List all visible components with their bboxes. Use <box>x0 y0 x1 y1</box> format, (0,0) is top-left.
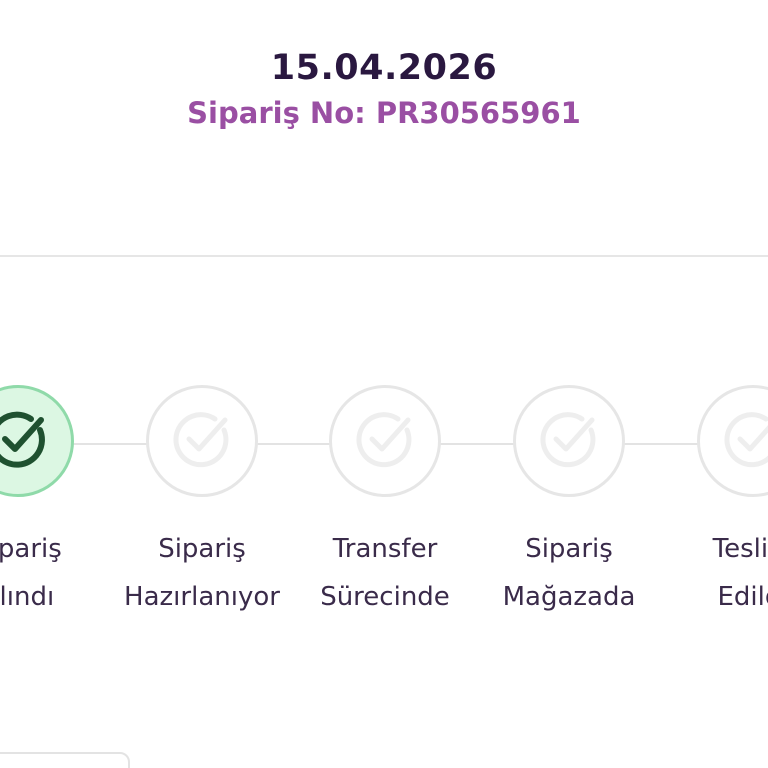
step-label: Teslim Edildi <box>653 525 768 621</box>
step-label-line1: Teslim <box>712 534 768 564</box>
step-circle <box>329 385 441 497</box>
step-circle <box>513 385 625 497</box>
step-label-line2: Sürecinde <box>320 582 450 612</box>
bottom-card-edge[interactable] <box>0 752 130 768</box>
step-label-line2: Alındı <box>0 582 55 612</box>
step-label-line1: Sipariş <box>0 534 62 564</box>
order-tracking-page: 15.04.2026 Sipariş No: PR30565961 Sipari… <box>0 0 768 768</box>
step-label: Sipariş Mağazada <box>469 525 669 621</box>
check-circle-icon <box>173 412 229 468</box>
step-label-line1: Transfer <box>332 534 438 564</box>
step-label: Sipariş Alındı <box>0 525 118 621</box>
step-label-line2: Mağazada <box>502 582 636 612</box>
step-label-line1: Sipariş <box>158 534 246 564</box>
order-number: Sipariş No: PR30565961 <box>187 96 581 130</box>
check-circle-icon <box>540 412 596 468</box>
check-circle-icon <box>0 411 45 468</box>
step-circle <box>697 385 768 497</box>
section-divider <box>0 255 768 257</box>
step-circle <box>0 385 74 497</box>
step-label-line2: Edildi <box>717 582 768 612</box>
step-label: Sipariş Hazırlanıyor <box>102 525 302 621</box>
step-label: Transfer Sürecinde <box>285 525 485 621</box>
order-date: 15.04.2026 <box>270 48 498 88</box>
check-circle-icon <box>724 412 768 468</box>
step-circle <box>146 385 258 497</box>
step-label-line2: Hazırlanıyor <box>124 582 280 612</box>
check-circle-icon <box>356 412 412 468</box>
step-label-line1: Sipariş <box>525 534 613 564</box>
